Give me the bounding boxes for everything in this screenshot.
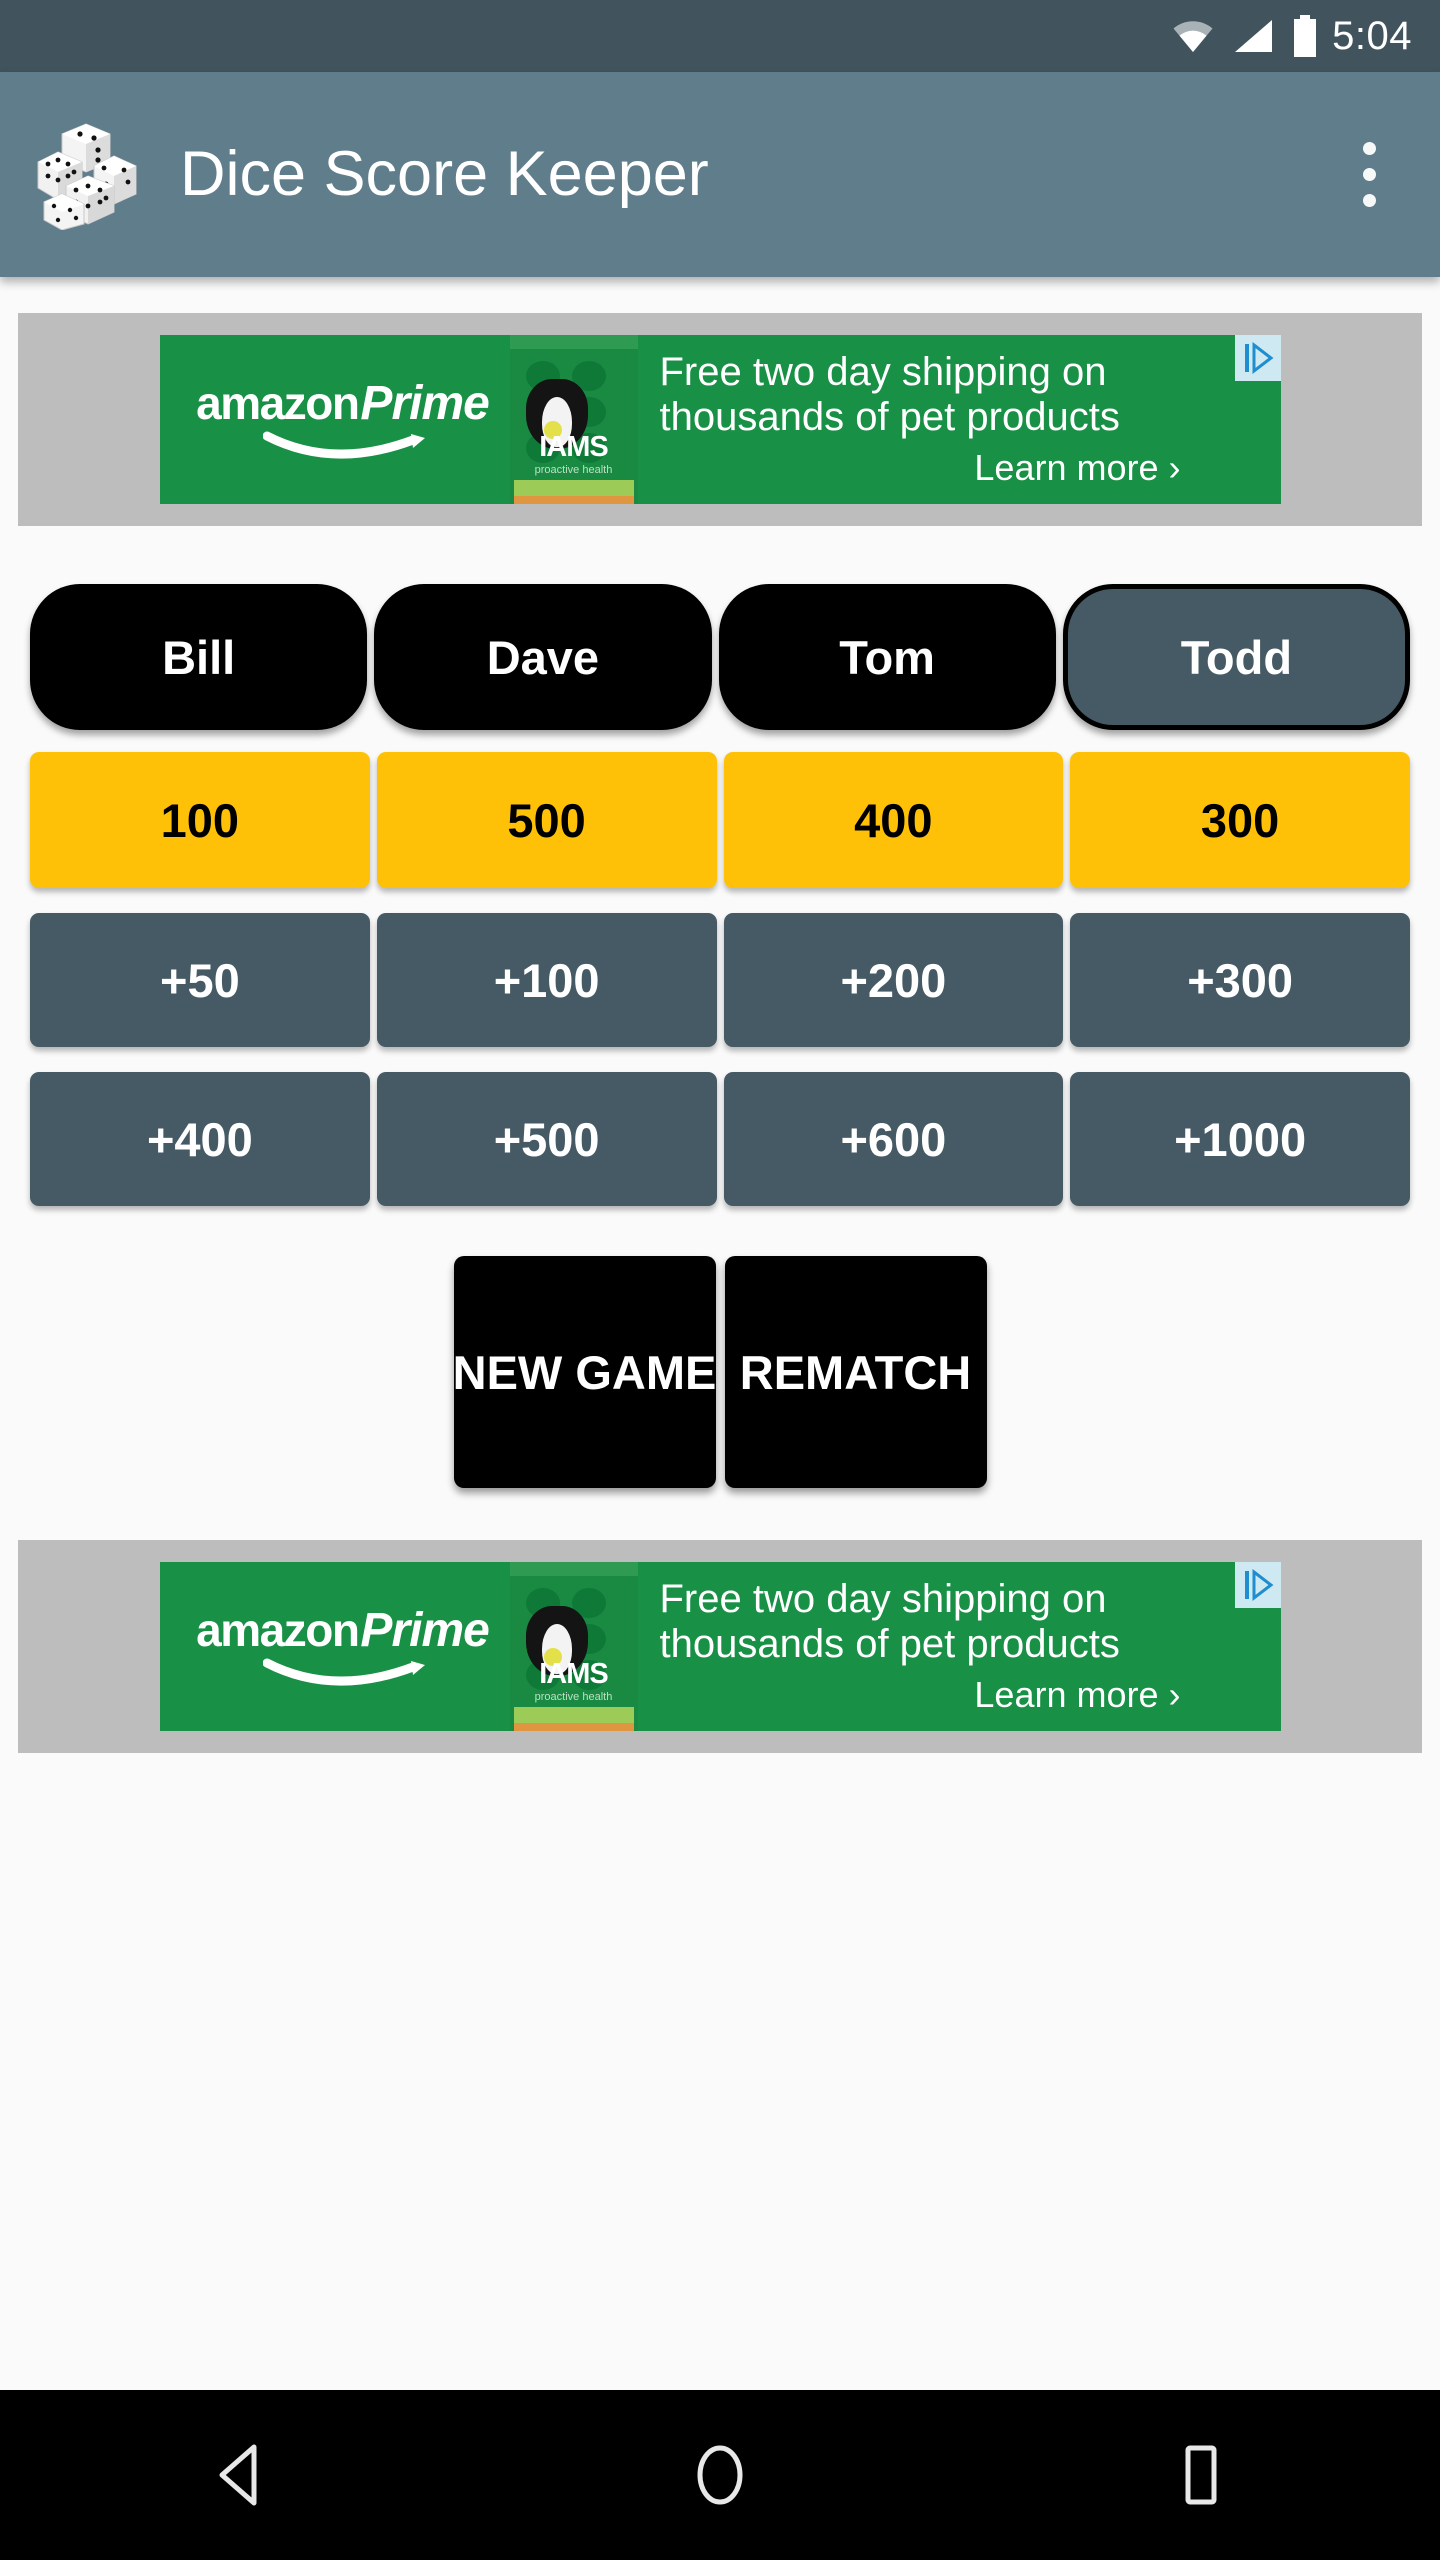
prime-wordmark: Prime <box>360 376 489 430</box>
battery-icon <box>1294 15 1317 57</box>
score-value-tom[interactable]: 400 <box>723 752 1064 888</box>
phone-screen: 5:04 Dice Score Keeper amazon Prime IAMS… <box>0 0 1440 2560</box>
increment-button-200[interactable]: +200 <box>723 913 1064 1047</box>
recents-square-icon[interactable] <box>1100 2390 1300 2560</box>
game-controls: Bill Dave Tom Todd 100 500 400 300 +50 +… <box>0 526 1440 1488</box>
adchoices-icon[interactable] <box>1234 335 1281 381</box>
main-content: amazon Prime IAMS proactive health Free … <box>0 277 1440 2390</box>
player-button-todd[interactable]: Todd <box>1062 584 1410 730</box>
increment-button-300[interactable]: +300 <box>1070 913 1410 1047</box>
ad-learn-more-link-bottom[interactable]: Learn more › <box>660 1674 1267 1716</box>
iams-sub-text: proactive health <box>534 464 613 476</box>
increment-button-400[interactable]: +400 <box>30 1072 370 1206</box>
score-value-dave[interactable]: 500 <box>376 752 717 888</box>
player-button-bill[interactable]: Bill <box>30 584 368 730</box>
player-button-tom[interactable]: Tom <box>718 584 1056 730</box>
ad-container-top: amazon Prime IAMS proactive health Free … <box>18 313 1422 526</box>
ad-banner-bottom[interactable]: amazon Prime IAMS proactive health Free … <box>159 1562 1281 1731</box>
score-value-bill[interactable]: 100 <box>30 752 370 888</box>
amazon-wordmark-bottom: amazon <box>196 1603 360 1656</box>
ad-headline-line2: thousands of pet products <box>659 394 1120 439</box>
new-game-button[interactable]: NEW GAME <box>453 1256 716 1488</box>
overflow-menu-icon[interactable] <box>1332 120 1406 230</box>
increment-row-2: +400 +500 +600 +1000 <box>30 1072 1410 1206</box>
iams-brand-text-bottom: IAMS <box>539 1658 609 1690</box>
ad-headline-line1: Free two day shipping on <box>659 349 1107 394</box>
status-icon-group <box>1172 15 1318 57</box>
signal-icon <box>1235 20 1273 52</box>
ad-container-bottom: amazon Prime IAMS proactive health Free … <box>18 1540 1422 1753</box>
increment-button-1000[interactable]: +1000 <box>1070 1072 1410 1206</box>
page-title: Dice Score Keeper <box>180 139 709 209</box>
amazon-wordmark: amazon <box>196 376 360 429</box>
iams-product-image-bottom: IAMS proactive health <box>509 1562 638 1731</box>
increment-button-500[interactable]: +500 <box>376 1072 717 1206</box>
amazon-prime-logo: amazon Prime <box>160 376 510 460</box>
player-button-dave[interactable]: Dave <box>374 584 712 730</box>
overflow-dot-3 <box>1362 194 1376 207</box>
increment-button-600[interactable]: +600 <box>723 1072 1064 1206</box>
ad-copy-top: Free two day shipping on thousands of pe… <box>638 344 1281 496</box>
score-value-todd[interactable]: 300 <box>1070 752 1410 888</box>
wifi-icon <box>1173 21 1213 52</box>
ad-learn-more-link[interactable]: Learn more › <box>660 447 1267 489</box>
ad-headline-line1-bottom: Free two day shipping on <box>659 1576 1107 1621</box>
score-row: 100 500 400 300 <box>30 752 1410 888</box>
iams-brand-text: IAMS <box>539 431 609 463</box>
action-row: NEW GAME REMATCH <box>30 1256 1410 1488</box>
ad-banner-top[interactable]: amazon Prime IAMS proactive health Free … <box>159 335 1281 504</box>
increment-row-1: +50 +100 +200 +300 <box>30 913 1410 1047</box>
player-row: Bill Dave Tom Todd <box>30 584 1410 730</box>
ad-headline-line2-bottom: thousands of pet products <box>659 1621 1120 1666</box>
overflow-dot-1 <box>1362 142 1376 155</box>
rematch-button[interactable]: REMATCH <box>724 1256 987 1488</box>
status-bar: 5:04 <box>0 0 1440 72</box>
amazon-smile-icon-bottom <box>262 1658 425 1686</box>
increment-button-50[interactable]: +50 <box>30 913 370 1047</box>
amazon-smile-icon <box>262 431 425 459</box>
overflow-dot-2 <box>1362 168 1376 181</box>
prime-wordmark-bottom: Prime <box>360 1603 489 1657</box>
increment-button-100[interactable]: +100 <box>376 913 717 1047</box>
home-circle-icon[interactable] <box>620 2390 820 2560</box>
ad-copy-bottom: Free two day shipping on thousands of pe… <box>638 1571 1281 1723</box>
adchoices-icon-bottom[interactable] <box>1234 1562 1281 1608</box>
iams-sub-text-bottom: proactive health <box>534 1691 613 1703</box>
iams-product-image: IAMS proactive health <box>509 335 638 504</box>
back-triangle-icon[interactable] <box>140 2390 340 2560</box>
dice-cluster-icon <box>37 122 137 230</box>
amazon-prime-logo-bottom: amazon Prime <box>160 1603 510 1687</box>
status-bar-clock: 5:04 <box>1332 14 1412 58</box>
app-bar: Dice Score Keeper <box>0 72 1440 277</box>
android-nav-bar <box>0 2390 1440 2560</box>
